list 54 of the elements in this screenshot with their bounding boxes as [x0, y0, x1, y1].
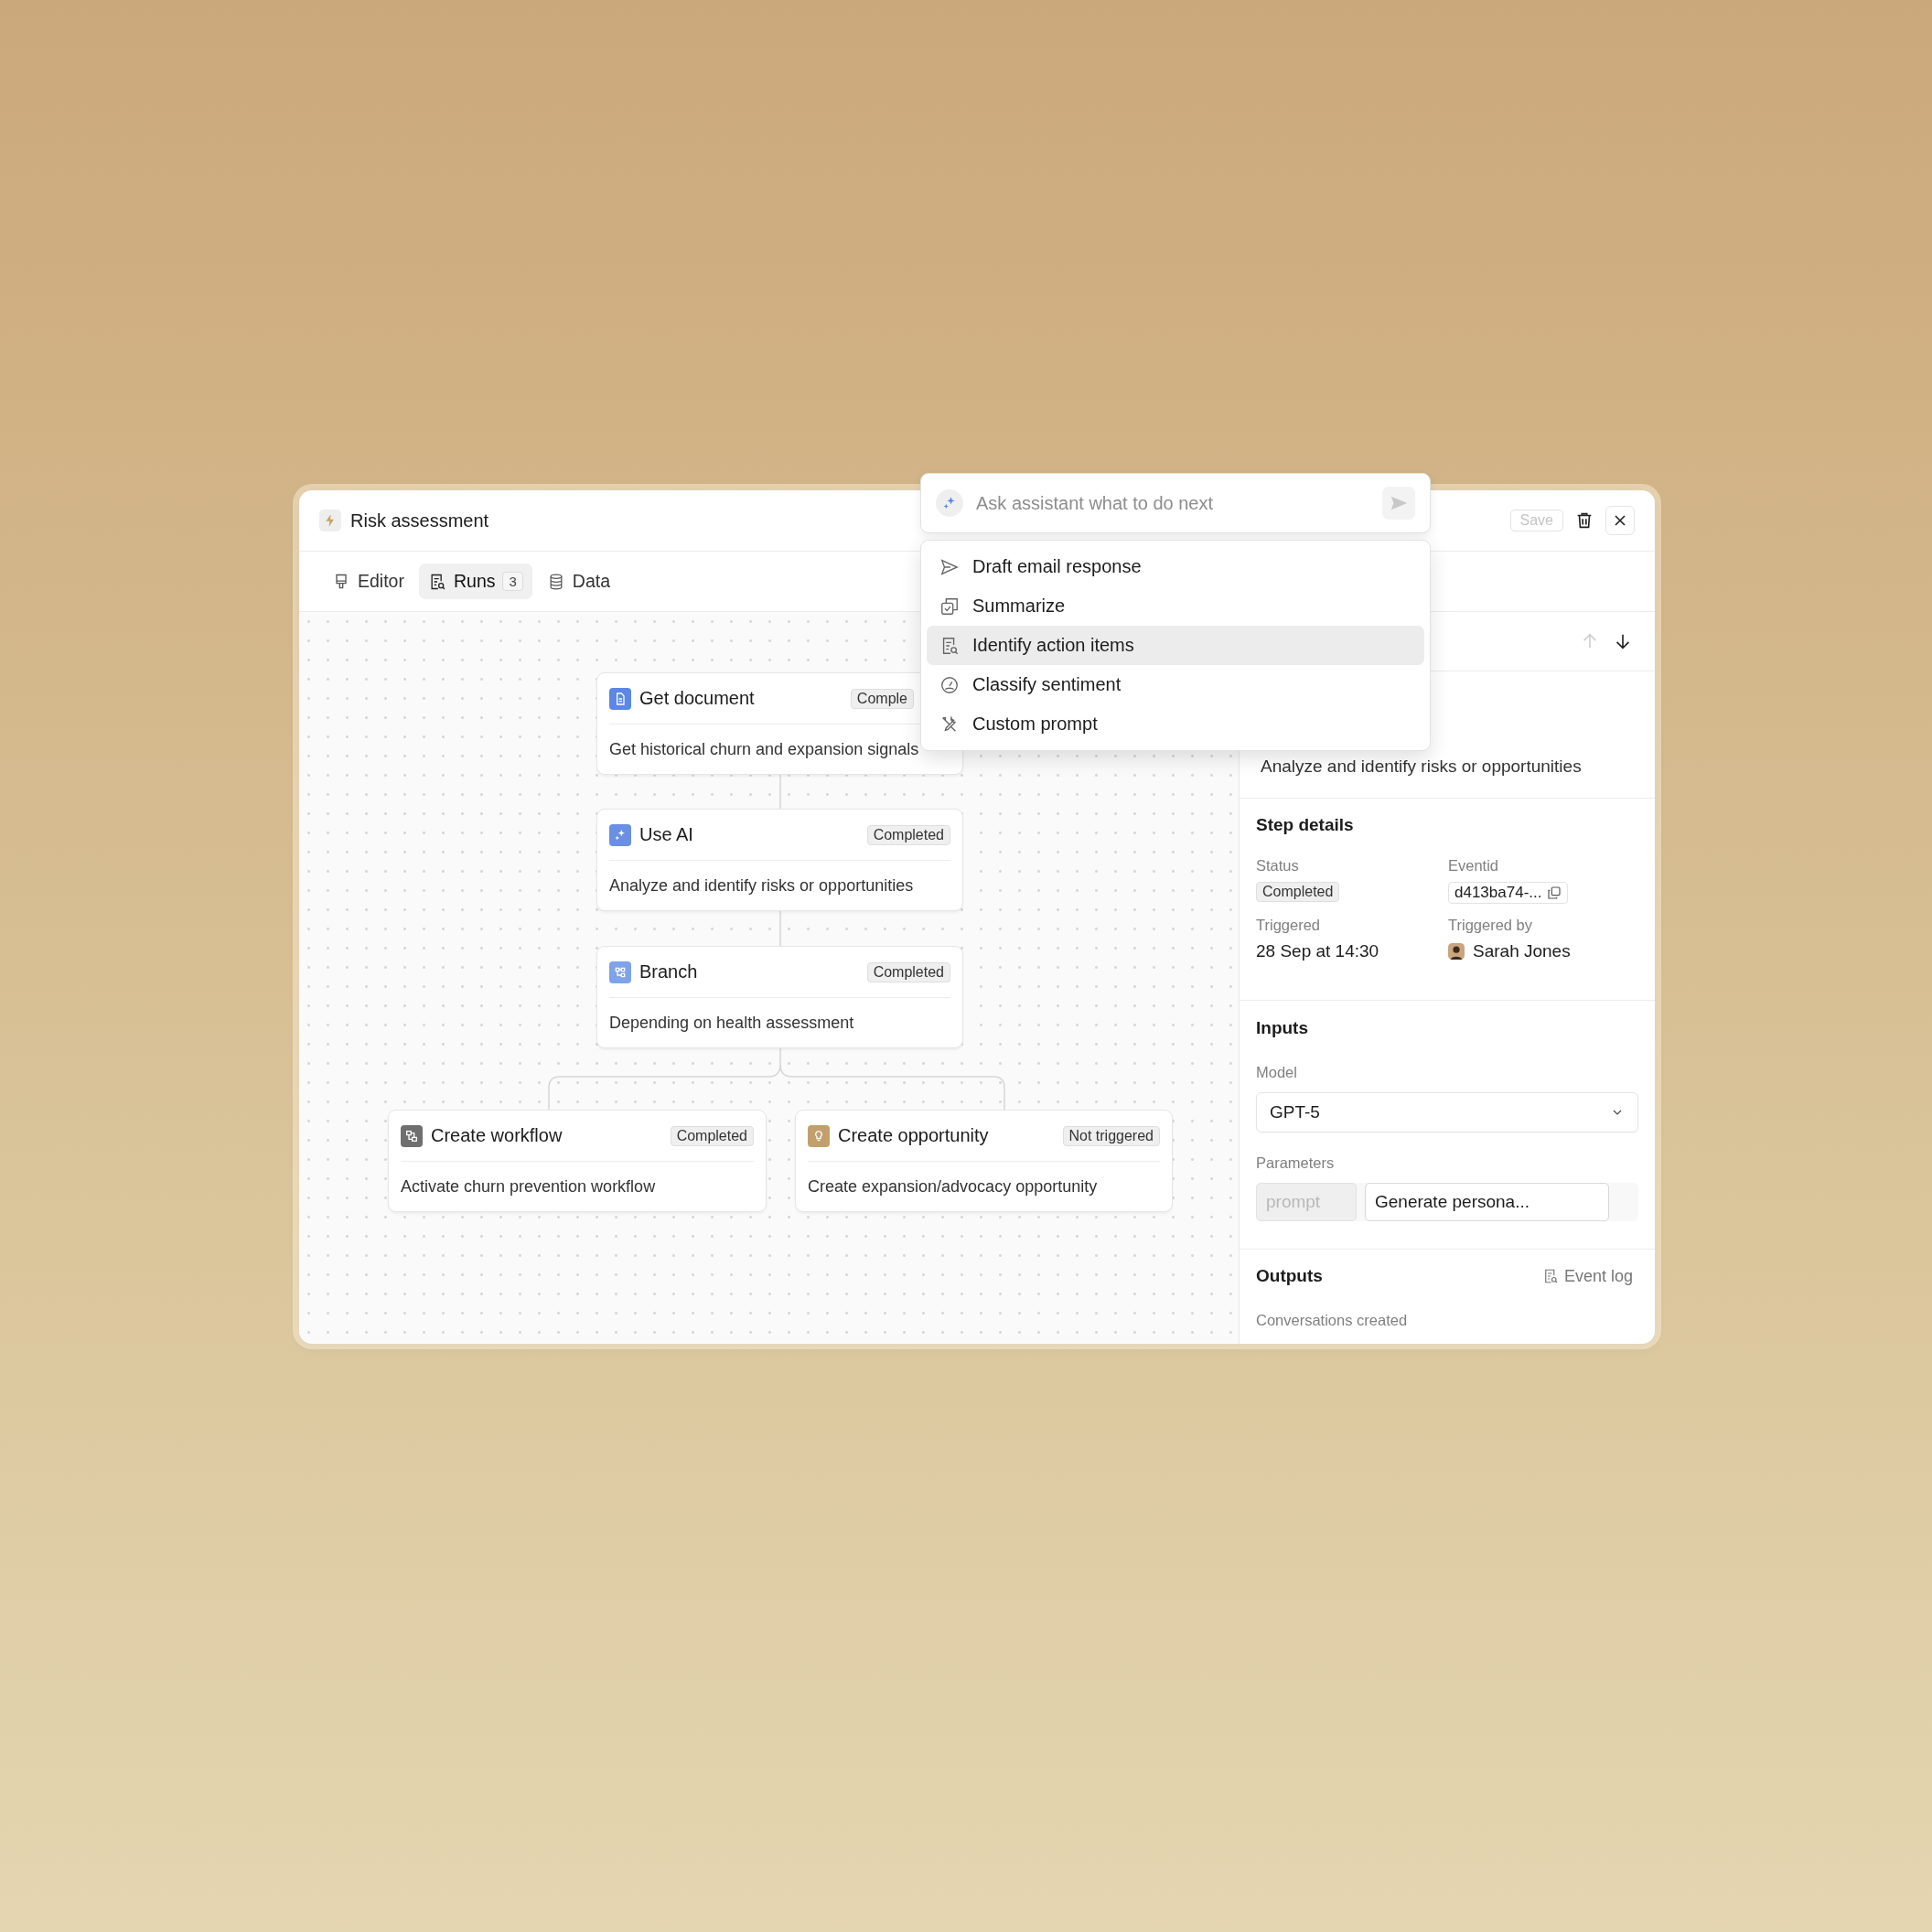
step-title: Create workflow: [431, 1125, 563, 1146]
step-description: Activate churn prevention workflow: [401, 1175, 657, 1197]
section-title: Outputs: [1256, 1266, 1323, 1286]
field-label: Triggered: [1256, 917, 1320, 934]
step-title: Branch: [639, 961, 698, 982]
lightning-icon: [319, 510, 341, 531]
assistant-field[interactable]: Ask assistant what to do next: [920, 473, 1431, 533]
status-badge: Completed: [670, 1125, 754, 1146]
step-card[interactable]: Branch Completed Depending on health assessment: [596, 946, 963, 1048]
step-description: Analyze and identify risks or opportunities: [609, 875, 915, 896]
step-card[interactable]: Create opportunity Not triggered Create expansion/advocacy opportunity: [795, 1110, 1173, 1212]
status-badge: Not triggered: [1062, 1125, 1160, 1146]
status-badge: Completed: [866, 824, 950, 845]
step-description: Analyze and identify risks or opportunities: [1260, 757, 1583, 777]
step-description: Depending on health assessment: [609, 1012, 855, 1034]
status-badge: Completed: [1256, 882, 1340, 902]
copy-icon[interactable]: [1547, 886, 1562, 900]
step-description: Get historical churn and expansion signals: [609, 738, 920, 760]
copy-check-icon: [939, 596, 960, 617]
avatar-icon: [1448, 943, 1465, 960]
sparkle-icon: [936, 489, 963, 517]
menu-item[interactable]: Identify action items: [927, 626, 1424, 665]
status-badge: Comple: [850, 688, 914, 709]
status-badge: Completed: [866, 961, 950, 982]
step-description: Create expansion/advocacy opportunity: [808, 1175, 1099, 1197]
tab[interactable]: Editor: [323, 564, 413, 599]
field-label: Model: [1256, 1064, 1298, 1081]
step-title: Get document: [639, 688, 755, 709]
event-id-chip[interactable]: d413ba74-...: [1448, 882, 1569, 904]
step-card[interactable]: Use AI Completed Analyze and identify risks or opportunities: [596, 809, 963, 911]
tab[interactable]: Data: [537, 564, 620, 599]
gauge-icon: [939, 674, 960, 695]
tab[interactable]: Runs 3: [418, 564, 532, 599]
field-label: Status: [1256, 857, 1299, 875]
menu-item[interactable]: Summarize: [927, 586, 1424, 626]
section-title: Step details: [1256, 815, 1355, 835]
event-log-button[interactable]: Event log: [1541, 1266, 1638, 1286]
section-title: Inputs: [1256, 1018, 1309, 1038]
field-label: Triggered by: [1448, 917, 1532, 934]
model-select[interactable]: GPT-5: [1256, 1092, 1638, 1132]
person-name: Sarah Jones: [1473, 941, 1571, 961]
output-label: Conversations created: [1256, 1312, 1409, 1329]
parameter-field[interactable]: Generate persona...: [1365, 1183, 1609, 1221]
menu-item[interactable]: Draft email response: [927, 547, 1424, 586]
window-title: Risk assessment: [350, 510, 489, 531]
close-button[interactable]: [1605, 506, 1635, 535]
field-label: Eventid: [1448, 857, 1499, 875]
step-title: Create opportunity: [838, 1125, 989, 1146]
step-card[interactable]: Create workflow Completed Activate churn prevention workflow: [388, 1110, 767, 1212]
field-label: Parameters: [1256, 1154, 1336, 1172]
step-title: Use AI: [639, 824, 693, 845]
assistant-input[interactable]: Ask assistant what to do next: [974, 491, 1371, 515]
field-value: 28 Sep at 14:30: [1256, 941, 1379, 961]
step-card[interactable]: Get document Comple Get historical churn and expansion signals: [596, 672, 963, 775]
